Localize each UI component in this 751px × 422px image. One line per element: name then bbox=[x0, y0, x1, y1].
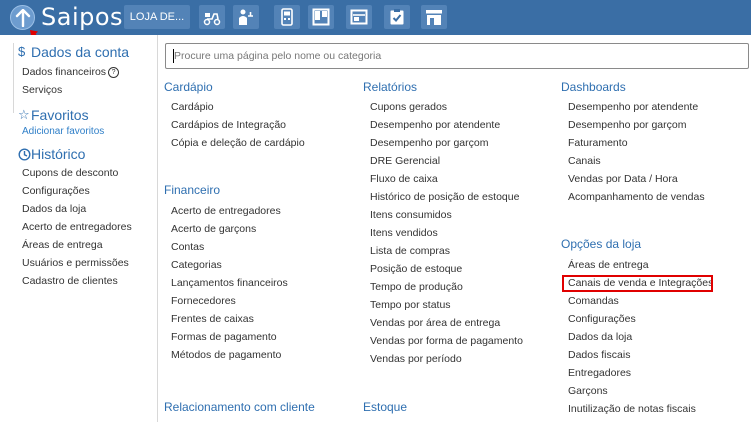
menu-link[interactable]: Dados fiscais bbox=[568, 349, 630, 361]
menu-link[interactable]: Cardápio bbox=[171, 101, 214, 113]
menu-link[interactable]: Vendas por Data / Hora bbox=[568, 173, 678, 185]
menu-link[interactable]: Acerto de garçons bbox=[171, 223, 256, 235]
add-favorites-link[interactable]: Adicionar favoritos bbox=[22, 126, 104, 137]
menu-link[interactable]: Tempo por status bbox=[370, 299, 451, 311]
highlight-box bbox=[562, 275, 713, 292]
menu-link[interactable]: Histórico de posição de estoque bbox=[370, 191, 519, 203]
sidebar-item-history[interactable]: Dados da loja bbox=[22, 203, 86, 215]
dollar-icon: $ bbox=[18, 44, 26, 59]
menu-link[interactable]: Fornecedores bbox=[171, 295, 236, 307]
menu-link[interactable]: Canais bbox=[568, 155, 601, 167]
menu-link[interactable]: Dados da loja bbox=[568, 331, 632, 343]
menu-link[interactable]: Faturamento bbox=[568, 137, 628, 149]
menu-link[interactable]: Desempenho por garçom bbox=[568, 119, 686, 131]
delivery-scooter-icon[interactable] bbox=[199, 5, 225, 29]
menu-link[interactable]: Configurações bbox=[568, 313, 636, 325]
favorites-section-title[interactable]: Favoritos bbox=[31, 107, 89, 123]
section-title-financeiro: Financeiro bbox=[164, 183, 221, 197]
section-title-relatorios: Relatórios bbox=[363, 80, 418, 94]
store-selector-button[interactable]: LOJA DE... bbox=[124, 5, 190, 29]
menu-link[interactable]: Desempenho por garçom bbox=[370, 137, 488, 149]
section-title-relacionamento: Relacionamento com cliente bbox=[164, 400, 315, 414]
sidebar-item-history[interactable]: Usuários e permissões bbox=[22, 257, 129, 269]
menu-link[interactable]: Inutilização de notas fiscais bbox=[568, 403, 696, 415]
menu-link[interactable]: Contas bbox=[171, 241, 204, 253]
sidebar: $ Dados da conta Dados financeiros? Serv… bbox=[0, 35, 158, 422]
sidebar-item-servicos[interactable]: Serviços bbox=[22, 84, 62, 96]
menu-link[interactable]: Vendas por período bbox=[370, 353, 462, 365]
sidebar-item-history[interactable]: Cadastro de clientes bbox=[22, 275, 118, 287]
section-title-cardapio: Cardápio bbox=[164, 80, 213, 94]
menu-link[interactable]: Cardápios de Integração bbox=[171, 119, 286, 131]
waiter-icon[interactable] bbox=[233, 5, 259, 29]
sidebar-item-history[interactable]: Cupons de desconto bbox=[22, 167, 118, 179]
menu-link[interactable]: Posição de estoque bbox=[370, 263, 462, 275]
sidebar-item-history[interactable]: Configurações bbox=[22, 185, 90, 197]
menu-link[interactable]: Itens consumidos bbox=[370, 209, 452, 221]
sidebar-divider bbox=[13, 43, 14, 113]
sidebar-item-history[interactable]: Acerto de entregadores bbox=[22, 221, 132, 233]
menu-link[interactable]: Categorias bbox=[171, 259, 222, 271]
text-cursor bbox=[173, 49, 174, 63]
menu-link[interactable]: Cupons gerados bbox=[370, 101, 447, 113]
menu-link[interactable]: Vendas por área de entrega bbox=[370, 317, 500, 329]
menu-board-icon[interactable] bbox=[346, 5, 372, 29]
card-machine-icon[interactable] bbox=[274, 5, 300, 29]
history-section-title[interactable]: Histórico bbox=[31, 146, 85, 162]
sidebar-item-dados-financeiros[interactable]: Dados financeiros? bbox=[22, 66, 120, 78]
menu-link[interactable]: Itens vendidos bbox=[370, 227, 438, 239]
menu-link[interactable]: Formas de pagamento bbox=[171, 331, 277, 343]
section-title-dashboards: Dashboards bbox=[561, 80, 626, 94]
menu-link[interactable]: Vendas por forma de pagamento bbox=[370, 335, 523, 347]
menu-link[interactable]: Frentes de caixas bbox=[171, 313, 254, 325]
clipboard-check-icon[interactable] bbox=[384, 5, 410, 29]
top-bar: Saipos LOJA DE... bbox=[0, 0, 751, 35]
menu-link[interactable]: Fluxo de caixa bbox=[370, 173, 438, 185]
history-clock-icon bbox=[18, 146, 31, 164]
menu-link[interactable]: Lista de compras bbox=[370, 245, 450, 257]
brand-logo: Saipos bbox=[41, 3, 124, 31]
sidebar-item-history[interactable]: Áreas de entrega bbox=[22, 239, 103, 251]
menu-link[interactable]: DRE Gerencial bbox=[370, 155, 440, 167]
account-section-title[interactable]: Dados da conta bbox=[31, 44, 129, 60]
help-icon[interactable]: ? bbox=[108, 66, 120, 78]
menu-link[interactable]: Entregadores bbox=[568, 367, 631, 379]
menu-link[interactable]: Cópia e deleção de cardápio bbox=[171, 137, 305, 149]
menu-link[interactable]: Tempo de produção bbox=[370, 281, 463, 293]
menu-link[interactable]: Métodos de pagamento bbox=[171, 349, 281, 361]
menu-link[interactable]: Desempenho por atendente bbox=[370, 119, 500, 131]
section-title-opcoes-da-loja: Opções da loja bbox=[561, 237, 642, 251]
up-arrow-icon[interactable] bbox=[10, 5, 35, 30]
menu-link[interactable]: Desempenho por atendente bbox=[568, 101, 698, 113]
menu-link[interactable]: Acerto de entregadores bbox=[171, 205, 281, 217]
board-icon[interactable] bbox=[308, 5, 334, 29]
store-icon[interactable] bbox=[421, 5, 447, 29]
section-title-estoque: Estoque bbox=[363, 400, 408, 414]
menu-link[interactable]: Áreas de entrega bbox=[568, 259, 649, 271]
menu-link[interactable]: Lançamentos financeiros bbox=[171, 277, 288, 289]
menu-link[interactable]: Comandas bbox=[568, 295, 619, 307]
menu-link[interactable]: Acompanhamento de vendas bbox=[568, 191, 705, 203]
menu-link[interactable]: Garçons bbox=[568, 385, 608, 397]
page-search-input[interactable] bbox=[165, 43, 749, 69]
star-icon: ☆ bbox=[18, 107, 30, 122]
